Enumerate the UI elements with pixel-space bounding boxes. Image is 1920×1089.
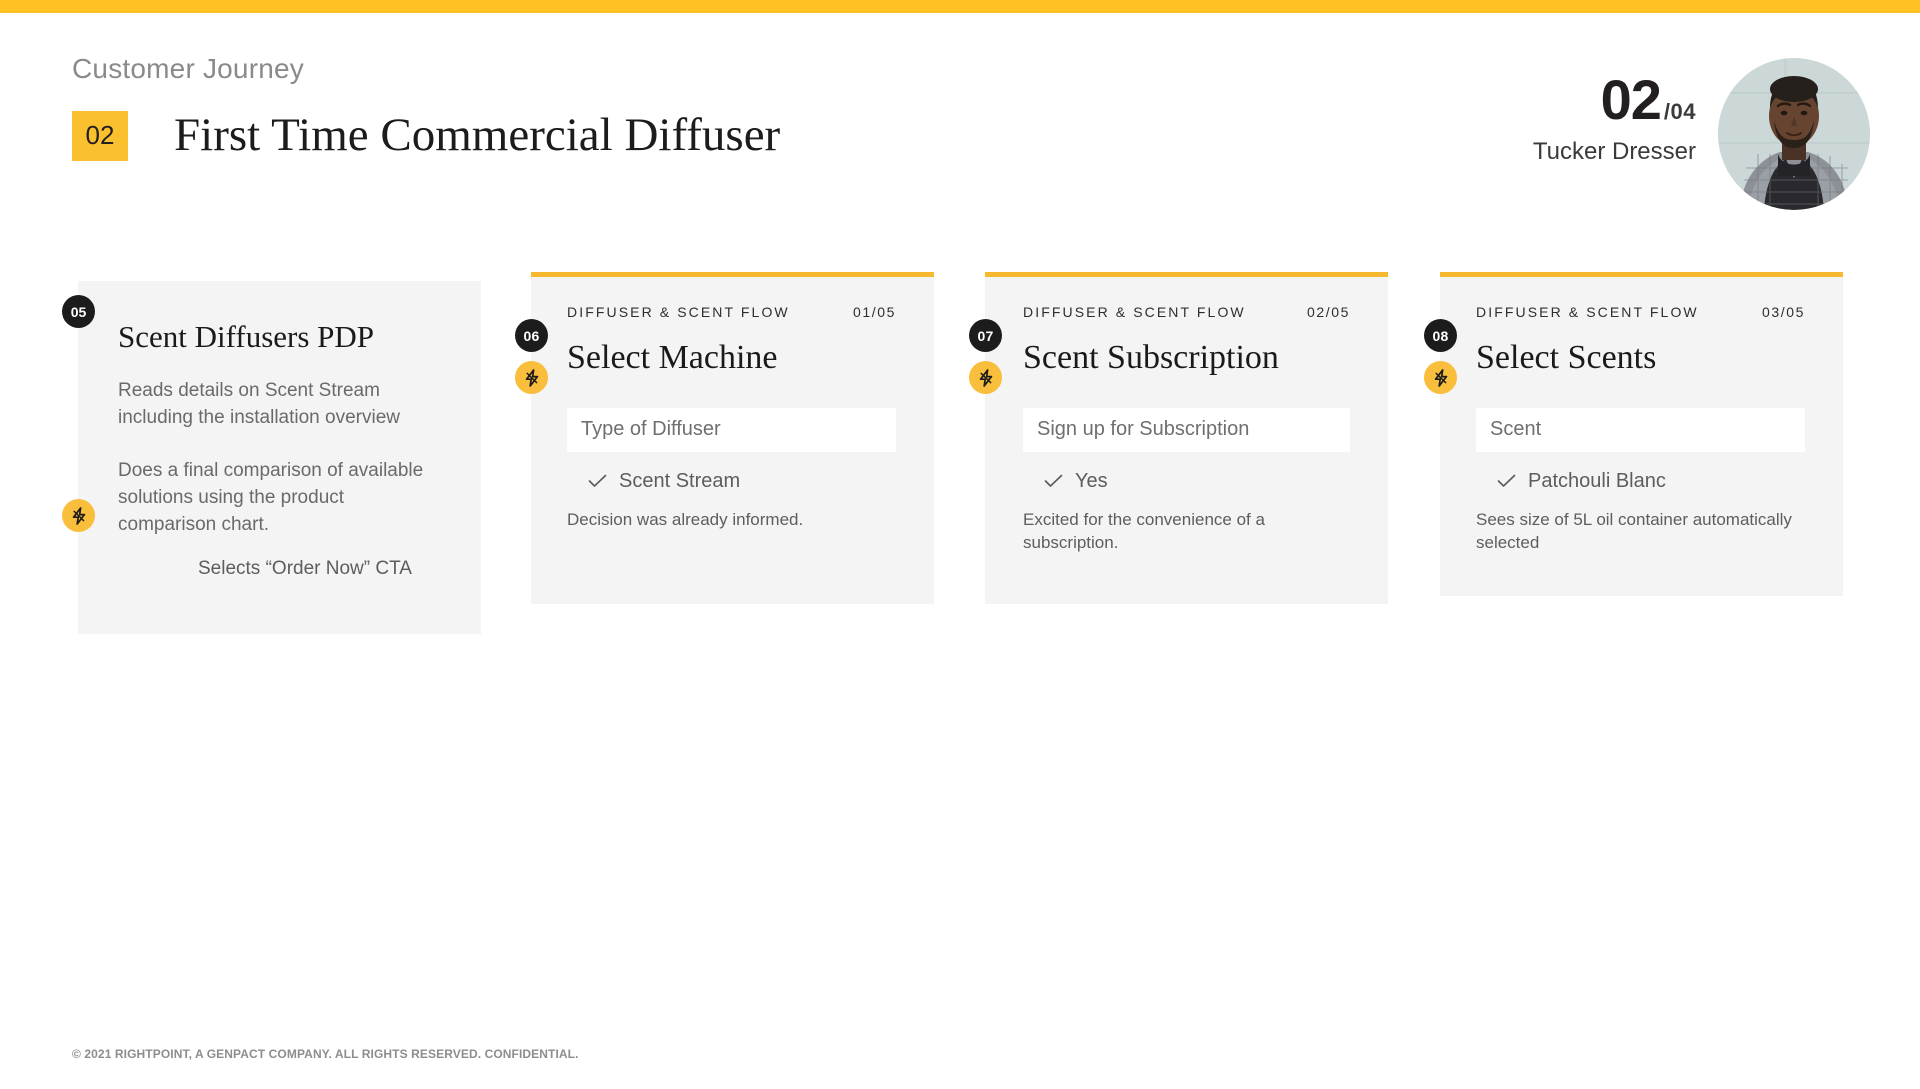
journey-card-scent-diffusers-pdp[interactable]: 05 Scent Diffusers PDP Reads details on …	[62, 281, 481, 634]
avatar	[1718, 58, 1870, 210]
journey-card-scent-subscription[interactable]: 07 DIFFUSER & SCENT FLOW 02/05 Scent Sub…	[969, 272, 1388, 604]
card-title: Select Machine	[567, 339, 778, 376]
selected-option-row: Patchouli Blanc	[1476, 470, 1805, 493]
persona-name: Tucker Dresser	[1532, 138, 1696, 165]
lightning-bolt-glyph	[72, 506, 85, 525]
check-icon	[1043, 474, 1063, 488]
card-title: Scent Subscription	[1023, 339, 1279, 376]
card-title: Select Scents	[1476, 339, 1657, 376]
field-scent[interactable]: Scent	[1476, 407, 1805, 452]
lightning-icon	[969, 361, 1002, 394]
journey-card-select-machine[interactable]: 06 DIFFUSER & SCENT FLOW 01/05 Select Ma…	[515, 272, 934, 604]
selected-option-row: Scent Stream	[567, 470, 896, 493]
card-note: Sees size of 5L oil container automatica…	[1476, 509, 1792, 552]
pager-current: 02	[1600, 68, 1662, 131]
check-icon	[587, 474, 607, 488]
card-meta: DIFFUSER & SCENT FLOW 01/05	[567, 277, 896, 320]
step-badge-05: 05	[62, 295, 95, 328]
selected-option-label: Patchouli Blanc	[1528, 469, 1666, 492]
step-badge-07: 07	[969, 319, 1002, 352]
card-note: Excited for the convenience of a subscri…	[1023, 509, 1265, 552]
selected-option-label: Scent Stream	[619, 469, 741, 492]
lightning-icon	[62, 499, 95, 532]
card-cta-label: Selects “Order Now” CTA	[198, 558, 412, 579]
check-glyph	[1497, 474, 1515, 488]
field-type-of-diffuser[interactable]: Type of Diffuser	[567, 407, 896, 452]
card-meta-count: 03/05	[1761, 304, 1805, 320]
header-right-cluster: 02 /04 Tucker Dresser	[1533, 58, 1870, 210]
pager-block: 02 /04 Tucker Dresser	[1533, 58, 1718, 164]
section-number-badge: 02	[72, 110, 128, 161]
selected-option-row: Yes	[1023, 470, 1350, 493]
lightning-icon	[515, 361, 548, 394]
card-meta-count: 01/05	[852, 304, 896, 320]
check-glyph	[588, 474, 606, 488]
field-sign-up-for-subscription[interactable]: Sign up for Subscription	[1023, 407, 1350, 452]
top-accent-bar	[0, 0, 1920, 13]
check-icon	[1496, 474, 1516, 488]
step-badge-06: 06	[515, 319, 548, 352]
check-glyph	[1044, 474, 1062, 488]
pager-total: /04	[1663, 99, 1696, 124]
journey-card-select-scents[interactable]: 08 DIFFUSER & SCENT FLOW 03/05 Select Sc…	[1424, 272, 1843, 596]
card-note: Decision was already informed.	[567, 509, 804, 529]
selected-option-label: Yes	[1075, 469, 1108, 492]
card-meta-count: 02/05	[1306, 304, 1350, 320]
badge-column: 08	[1424, 319, 1457, 394]
card-meta: DIFFUSER & SCENT FLOW 02/05	[1023, 277, 1350, 320]
lightning-bolt-glyph	[525, 368, 538, 387]
card-title: Scent Diffusers PDP	[118, 319, 375, 354]
card-meta-label: DIFFUSER & SCENT FLOW	[567, 304, 790, 320]
badge-column: 07	[969, 319, 1002, 394]
journey-cards: 05 Scent Diffusers PDP Reads details on …	[0, 272, 1920, 634]
page-title: First Time Commercial Diffuser	[174, 109, 781, 162]
footer-copyright: © 2021 RIGHTPOINT, A GENPACT COMPANY. AL…	[72, 1047, 579, 1061]
badge-column: 06	[515, 319, 548, 394]
card-meta: DIFFUSER & SCENT FLOW 03/05	[1476, 277, 1805, 320]
card-meta-label: DIFFUSER & SCENT FLOW	[1476, 304, 1699, 320]
card-meta-label: DIFFUSER & SCENT FLOW	[1023, 304, 1246, 320]
step-badge-08: 08	[1424, 319, 1457, 352]
lightning-bolt-glyph	[1434, 368, 1447, 387]
pager-line: 02 /04	[1533, 72, 1696, 128]
avatar-portrait-icon	[1718, 58, 1870, 210]
card-paragraph-2: Does a final comparison of available sol…	[118, 459, 424, 535]
lightning-bolt-glyph	[979, 368, 992, 387]
lightning-icon	[1424, 361, 1457, 394]
card-paragraph-1: Reads details on Scent Stream including …	[118, 380, 400, 428]
